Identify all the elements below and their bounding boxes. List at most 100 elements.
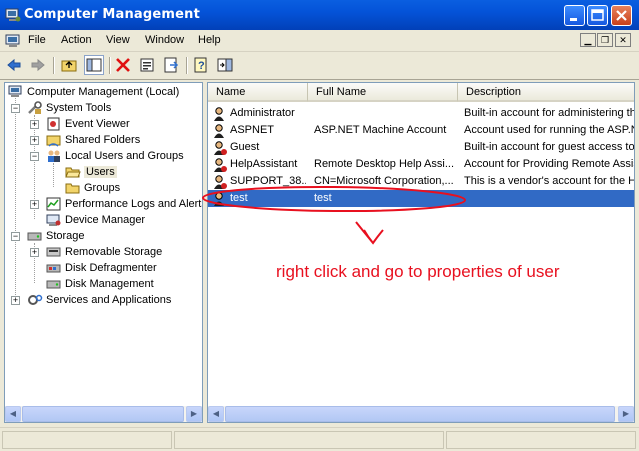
child-minimize-button[interactable]: ▁ xyxy=(580,33,596,47)
menu-view[interactable]: View xyxy=(106,34,130,46)
tree-item-disk-defragmenter[interactable]: Disk Defragmenter xyxy=(46,260,157,276)
up-folder-icon[interactable] xyxy=(60,56,78,74)
user-icon xyxy=(214,124,224,138)
tree-item-services-applications[interactable]: Services and Applications xyxy=(27,292,171,308)
mmc-app-icon[interactable] xyxy=(5,33,21,49)
close-icon xyxy=(616,10,627,21)
scroll-left-button[interactable]: ◀ xyxy=(5,406,21,422)
expander-system-tools[interactable]: − xyxy=(11,104,20,113)
back-icon[interactable] xyxy=(5,56,23,74)
status-bar xyxy=(0,427,639,451)
disk-management-icon xyxy=(46,280,61,289)
user-description: Built-in account for administering the xyxy=(464,107,635,119)
user-name: test xyxy=(230,192,248,204)
event-viewer-icon xyxy=(47,117,60,131)
scroll-right-button[interactable]: ▶ xyxy=(618,406,634,422)
user-description: This is a vendor's account for the Help xyxy=(464,175,635,187)
tree-item-local-users-groups[interactable]: Local Users and Groups xyxy=(46,148,184,164)
storage-icon xyxy=(27,232,42,241)
scroll-thumb[interactable] xyxy=(22,406,184,422)
console-tree-icon[interactable] xyxy=(216,56,234,74)
tree-item-disk-management[interactable]: Disk Management xyxy=(46,276,154,292)
maximize-button[interactable] xyxy=(587,5,608,26)
user-icon xyxy=(214,107,224,121)
user-name: SUPPORT_38... xyxy=(230,175,306,187)
expander-event-viewer[interactable]: + xyxy=(30,120,39,129)
computer-icon xyxy=(8,85,22,98)
user-icon xyxy=(214,192,224,206)
users-list-view[interactable]: Name Full Name Description Administrator… xyxy=(207,82,635,423)
scroll-thumb[interactable] xyxy=(225,406,615,422)
menu-window[interactable]: Window xyxy=(145,34,184,46)
tree-item-event-viewer[interactable]: Event Viewer xyxy=(46,116,130,132)
tree-item-computer-management[interactable]: Computer Management (Local) xyxy=(8,84,179,100)
tree-item-storage[interactable]: Storage xyxy=(27,228,85,244)
user-name: Administrator xyxy=(230,107,295,119)
user-full-name: test xyxy=(314,192,332,204)
folder-open-icon xyxy=(65,167,81,178)
expander-performance-logs[interactable]: + xyxy=(30,200,39,209)
column-header-description[interactable]: Description xyxy=(458,83,634,102)
tree-item-removable-storage[interactable]: Removable Storage xyxy=(46,244,162,260)
menu-bar: File Action View Window Help xyxy=(0,30,639,52)
device-manager-icon xyxy=(46,214,61,227)
defrag-icon xyxy=(46,264,61,273)
toolbar-separator xyxy=(186,57,188,74)
close-button[interactable] xyxy=(611,5,632,26)
delete-icon[interactable] xyxy=(114,56,132,74)
scroll-right-button[interactable]: ▶ xyxy=(186,406,202,422)
list-horizontal-scrollbar[interactable]: ◀ ▶ xyxy=(208,406,634,422)
annotation-text: right click and go to properties of user xyxy=(276,262,560,281)
column-header-full-name[interactable]: Full Name xyxy=(308,83,458,102)
user-name: ASPNET xyxy=(230,124,275,136)
show-hide-tree-button[interactable] xyxy=(84,55,104,75)
tree-item-shared-folders[interactable]: Shared Folders xyxy=(46,132,140,148)
menu-help[interactable]: Help xyxy=(198,34,221,46)
expander-local-users-groups[interactable]: − xyxy=(30,152,39,161)
scroll-left-icon: ◀ xyxy=(9,409,17,418)
minimize-button[interactable] xyxy=(564,5,585,26)
status-cell xyxy=(174,431,444,449)
menu-action[interactable]: Action xyxy=(61,34,92,46)
removable-storage-icon xyxy=(46,247,61,257)
toolbar-separator xyxy=(109,57,111,74)
tree-item-groups[interactable]: Groups xyxy=(65,180,120,196)
child-restore-button[interactable]: ❐ xyxy=(597,33,613,47)
computer-management-window: Computer Management File Action View Win… xyxy=(0,0,639,451)
expander-storage[interactable]: − xyxy=(11,232,20,241)
list-row-user-selected[interactable]: test test xyxy=(208,190,634,207)
scroll-left-button[interactable]: ◀ xyxy=(208,406,224,422)
folder-icon xyxy=(65,183,80,194)
user-description: Account for Providing Remote Assistance xyxy=(464,158,634,170)
list-row-user[interactable]: SUPPORT_38... CN=Microsoft Corporation,.… xyxy=(208,173,635,190)
list-row-user[interactable]: Administrator Built-in account for admin… xyxy=(208,105,635,122)
tree-item-device-manager[interactable]: Device Manager xyxy=(46,212,145,228)
child-minimize-icon: ▁ xyxy=(584,35,592,45)
user-name: Guest xyxy=(230,141,260,153)
child-close-button[interactable]: ✕ xyxy=(615,33,631,47)
tree-horizontal-scrollbar[interactable]: ◀ ▶ xyxy=(5,406,202,422)
export-list-icon[interactable] xyxy=(162,56,180,74)
list-row-user[interactable]: HelpAssistant Remote Desktop Help Assi..… xyxy=(208,156,634,173)
forward-icon[interactable] xyxy=(29,56,47,74)
help-icon[interactable]: ? xyxy=(192,56,210,74)
title-bar[interactable]: Computer Management xyxy=(0,0,639,30)
expander-removable-storage[interactable]: + xyxy=(30,248,39,257)
tree-item-performance-logs[interactable]: Performance Logs and Alerts xyxy=(46,196,202,212)
menu-file[interactable]: File xyxy=(28,34,46,46)
performance-icon xyxy=(46,197,61,211)
list-row-user[interactable]: ASPNET ASP.NET Machine Account Account u… xyxy=(208,122,634,139)
list-row-user[interactable]: Guest Built-in account for guest access … xyxy=(208,139,634,156)
column-header-name[interactable]: Name xyxy=(208,83,308,102)
tree-item-system-tools[interactable]: System Tools xyxy=(27,100,111,116)
expander-services-applications[interactable]: + xyxy=(11,296,20,305)
services-icon xyxy=(28,294,43,306)
window-title: Computer Management xyxy=(24,7,201,22)
expander-shared-folders[interactable]: + xyxy=(30,136,39,145)
properties-icon[interactable] xyxy=(138,56,156,74)
console-tree[interactable]: Computer Management (Local) − System Too… xyxy=(4,82,203,423)
tree-item-users[interactable]: Users xyxy=(65,164,117,180)
user-full-name: Remote Desktop Help Assi... xyxy=(314,158,455,170)
status-cell xyxy=(2,431,172,449)
toolbar: ? xyxy=(0,52,639,80)
